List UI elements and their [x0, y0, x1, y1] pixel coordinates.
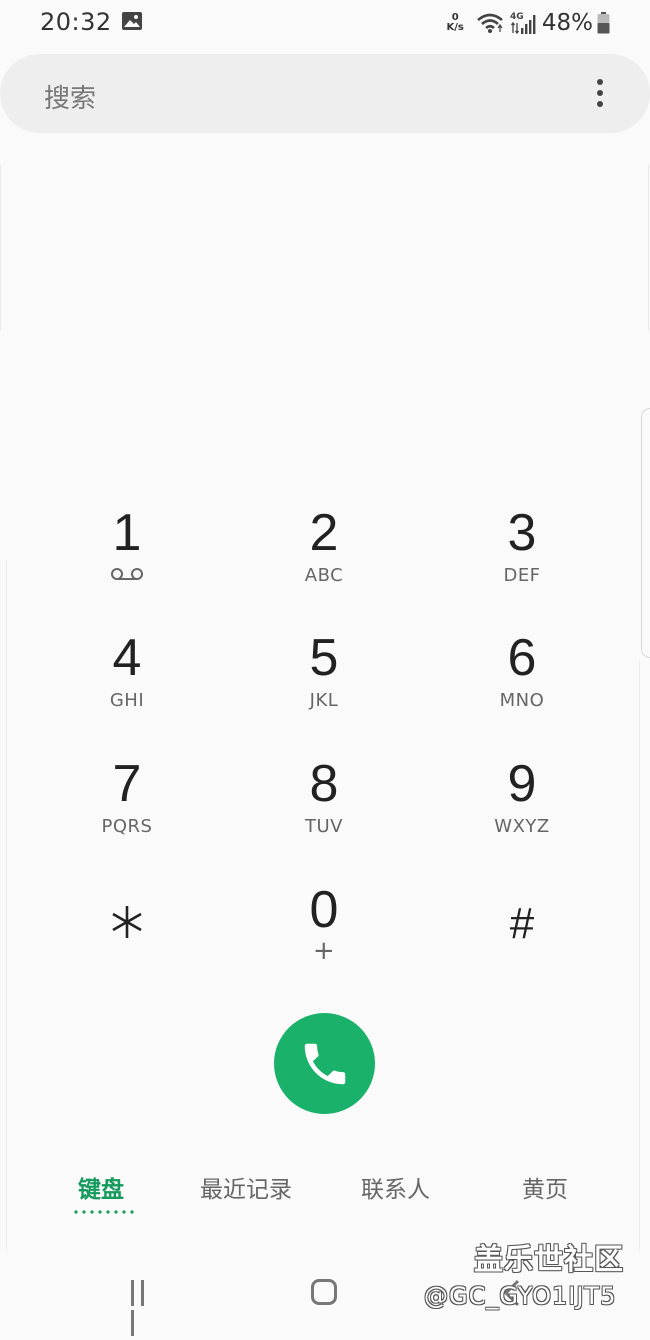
- key-letters: +: [312, 936, 336, 966]
- key-digit: 6: [507, 629, 537, 687]
- key-9[interactable]: 9 WXYZ: [462, 756, 582, 866]
- key-6[interactable]: 6 MNO: [462, 630, 582, 740]
- key-letters: MNO: [499, 690, 545, 711]
- key-8[interactable]: 8 TUV: [264, 756, 384, 866]
- key-letters: ABC: [304, 565, 344, 586]
- key-digit: 5: [309, 629, 339, 687]
- voicemail-icon: [111, 568, 143, 580]
- status-bar: 20:32 0 K/s 4G 48%: [0, 0, 650, 46]
- wifi-icon: [477, 13, 503, 33]
- recent-apps-icon[interactable]: [131, 1280, 157, 1336]
- key-letters: TUV: [305, 816, 343, 837]
- cellular-signal-icon: 4G: [510, 12, 536, 35]
- key-digit: 9: [507, 755, 537, 813]
- key-4[interactable]: 4 GHI: [67, 630, 187, 740]
- edge-panel-handle[interactable]: [641, 408, 650, 658]
- watermark-title: 盖乐世社区: [474, 1242, 625, 1276]
- battery-percent: 48%: [541, 10, 593, 36]
- search-placeholder[interactable]: 搜索: [44, 78, 96, 115]
- call-button[interactable]: [274, 1013, 375, 1114]
- tab-keypad[interactable]: 键盘: [78, 1170, 124, 1204]
- divider-right: [648, 165, 649, 330]
- key-hash[interactable]: #: [462, 896, 582, 1006]
- status-time: 20:32: [40, 8, 112, 36]
- key-digit: 1: [112, 504, 142, 562]
- asterisk-icon: [112, 906, 142, 938]
- divider-left-lower: [6, 560, 7, 1250]
- tab-yellow-pages[interactable]: 黄页: [522, 1170, 568, 1204]
- key-7[interactable]: 7 PQRS: [67, 756, 187, 866]
- key-digit: 4: [112, 629, 142, 687]
- tab-recents[interactable]: 最近记录: [200, 1170, 292, 1204]
- home-icon[interactable]: [311, 1279, 337, 1305]
- key-letters: PQRS: [101, 816, 153, 837]
- network-type-label: 4G: [510, 12, 524, 22]
- gallery-notification-icon: [122, 12, 142, 30]
- divider-right-lower: [639, 660, 640, 1250]
- network-speed: 0 K/s: [447, 13, 464, 33]
- key-digit: 8: [309, 755, 339, 813]
- tab-contacts[interactable]: 联系人: [361, 1170, 430, 1204]
- active-tab-indicator: [72, 1210, 134, 1214]
- key-3[interactable]: 3 DEF: [462, 505, 582, 615]
- key-digit: 0: [309, 881, 339, 939]
- key-letters: WXYZ: [494, 816, 550, 837]
- divider-left: [0, 165, 1, 330]
- key-letters: GHI: [109, 690, 145, 711]
- key-1[interactable]: 1: [67, 505, 187, 615]
- key-star[interactable]: [67, 896, 187, 1006]
- battery-icon: [597, 12, 610, 34]
- key-digit: 7: [112, 755, 142, 813]
- key-letters: JKL: [309, 690, 339, 711]
- key-0[interactable]: 0 +: [264, 882, 384, 992]
- search-bar[interactable]: 搜索: [0, 54, 650, 133]
- key-5[interactable]: 5 JKL: [264, 630, 384, 740]
- key-2[interactable]: 2 ABC: [264, 505, 384, 615]
- phone-icon: [304, 1043, 346, 1085]
- key-digit: 2: [309, 504, 339, 562]
- more-options-icon[interactable]: [592, 76, 608, 110]
- key-digit: 3: [507, 504, 537, 562]
- network-speed-unit: K/s: [446, 22, 464, 33]
- watermark-handle: @GC_GYO1IJT5: [424, 1282, 617, 1310]
- key-digit: #: [509, 899, 535, 948]
- key-letters: DEF: [503, 565, 541, 586]
